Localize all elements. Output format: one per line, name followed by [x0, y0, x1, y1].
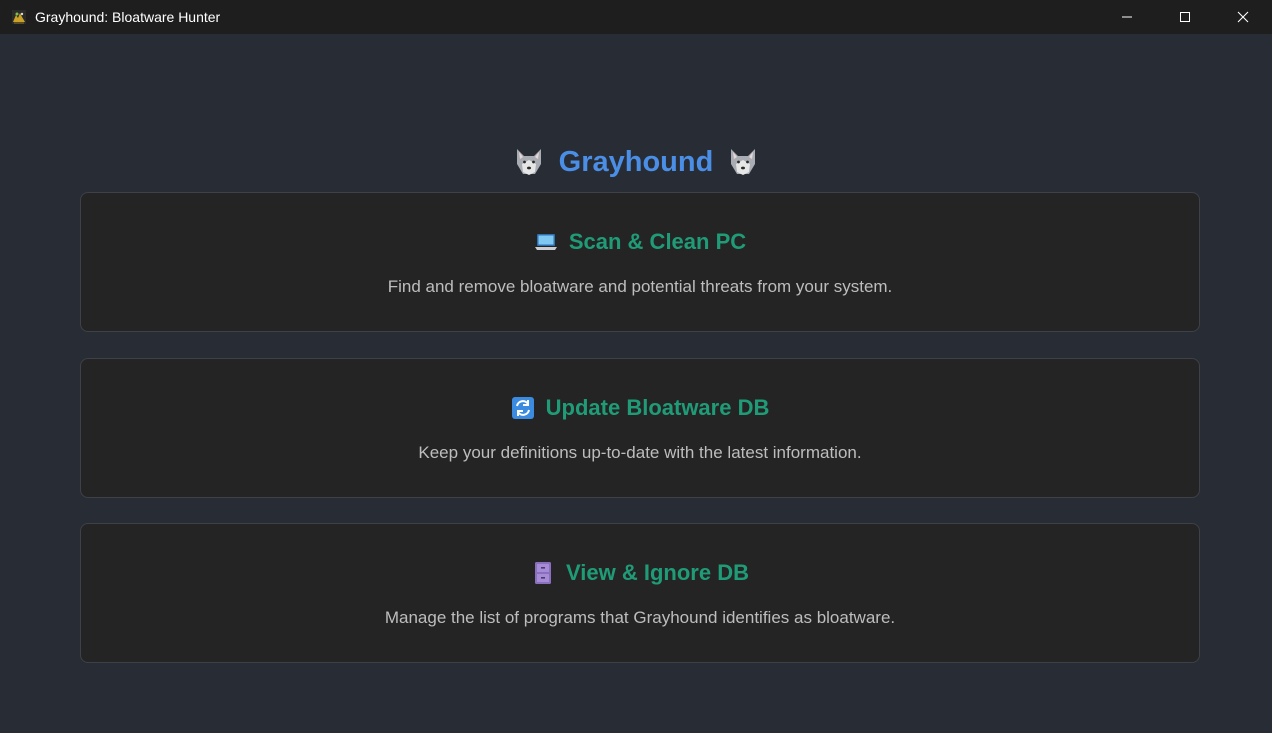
close-button[interactable]	[1214, 0, 1272, 34]
window-controls	[1098, 0, 1272, 34]
card-description: Keep your definitions up-to-date with th…	[418, 443, 862, 462]
refresh-icon	[511, 396, 535, 420]
app-heading: Grayhound	[558, 145, 714, 178]
close-icon	[1237, 11, 1249, 23]
file-cabinet-icon	[531, 561, 555, 585]
card-heading: Update Bloatware DB	[81, 393, 1199, 423]
card-title: Scan & Clean PC	[568, 229, 747, 254]
maximize-icon	[1179, 11, 1191, 23]
page-title: Grayhound	[0, 140, 1272, 184]
card-heading: Scan & Clean PC	[81, 227, 1199, 257]
app-window: Grayhound: Bloatware Hunter Grayhound Sc…	[0, 0, 1272, 733]
title-bar[interactable]: Grayhound: Bloatware Hunter	[0, 0, 1272, 34]
card-description: Find and remove bloatware and potential …	[387, 277, 893, 296]
grayhound-app-icon	[11, 9, 27, 25]
wolf-icon	[513, 146, 545, 178]
card-heading: View & Ignore DB	[81, 558, 1199, 588]
wolf-icon	[727, 146, 759, 178]
card-title: View & Ignore DB	[566, 560, 749, 585]
update-db-card[interactable]: Update Bloatware DB Keep your definition…	[80, 358, 1200, 498]
minimize-button[interactable]	[1098, 0, 1156, 34]
card-description: Manage the list of programs that Grayhou…	[384, 608, 896, 627]
maximize-button[interactable]	[1156, 0, 1214, 34]
view-ignore-db-card[interactable]: View & Ignore DB Manage the list of prog…	[80, 523, 1200, 663]
card-title: Update Bloatware DB	[545, 395, 770, 420]
minimize-icon	[1121, 11, 1133, 23]
scan-clean-card[interactable]: Scan & Clean PC Find and remove bloatwar…	[80, 192, 1200, 332]
window-title: Grayhound: Bloatware Hunter	[35, 9, 221, 25]
laptop-icon	[534, 230, 558, 254]
